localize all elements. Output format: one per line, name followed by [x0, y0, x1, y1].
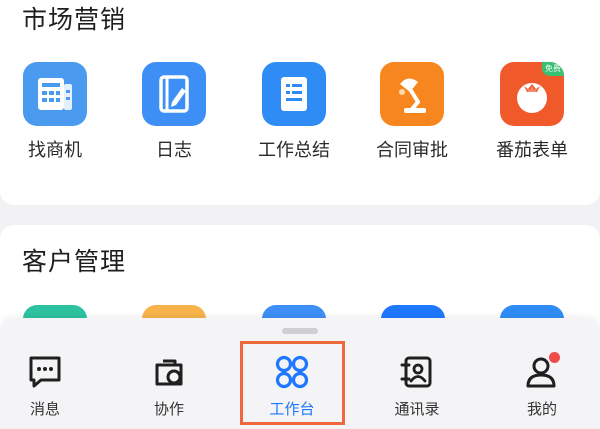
app-label: 找商机 [28, 140, 82, 161]
tab-label: 我的 [526, 400, 557, 418]
app-label: 日志 [156, 140, 192, 161]
tab-label: 协作 [153, 400, 184, 418]
chat-bubble-icon [25, 352, 65, 392]
section-title-market: 市场营销 [22, 5, 127, 34]
app-business-opportunity[interactable]: 找商机 [0, 62, 110, 162]
desk-lamp-icon [380, 62, 444, 126]
business-opportunity-icon [23, 62, 87, 126]
log-notebook-icon [142, 62, 206, 126]
market-app-row: 找商机 日志 工作总结 合同审批 免费 番茄表单 [0, 62, 600, 172]
app-work-summary[interactable]: 工作总结 [239, 62, 349, 162]
drag-handle[interactable] [282, 328, 318, 334]
section-title-customer: 客户管理 [22, 247, 127, 276]
notification-dot [549, 352, 560, 363]
app-label: 工作总结 [258, 140, 330, 161]
app-label: 合同审批 [376, 140, 448, 161]
free-badge: 免费 [542, 62, 564, 76]
tab-contacts[interactable]: 通讯录 [367, 344, 467, 422]
profile-icon [522, 352, 562, 392]
tab-label: 消息 [29, 400, 60, 418]
app-tomato-form[interactable]: 免费 番茄表单 [477, 62, 587, 162]
app-label: 番茄表单 [496, 140, 568, 161]
collaboration-icon [149, 352, 189, 392]
app-log[interactable]: 日志 [119, 62, 229, 162]
market-section-card: 市场营销 找商机 日志 工作总结 合同审批 免费 番茄表单 [0, 0, 600, 205]
tab-label: 通讯录 [394, 400, 440, 418]
work-summary-icon [262, 62, 326, 126]
active-tab-highlight-box [240, 341, 345, 425]
tab-collaboration[interactable]: 协作 [119, 344, 219, 422]
tab-messages[interactable]: 消息 [0, 344, 95, 422]
contacts-book-icon [397, 352, 437, 392]
app-contract-approval[interactable]: 合同审批 [357, 62, 467, 162]
tab-profile[interactable]: 我的 [492, 344, 592, 422]
tomato-icon: 免费 [500, 62, 564, 126]
